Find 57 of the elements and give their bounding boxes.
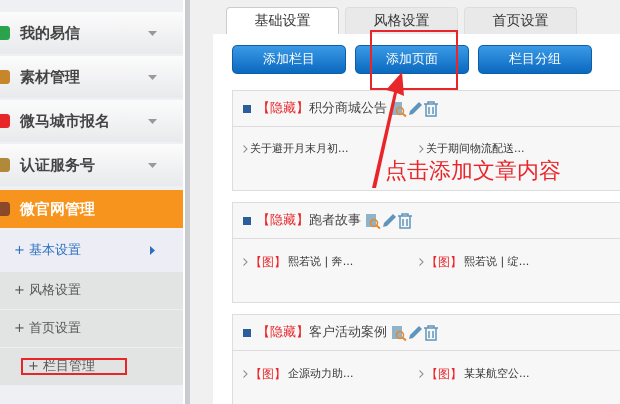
status-label: 【隐藏】	[257, 212, 309, 230]
sidebar-item[interactable]: 我的易信	[0, 12, 183, 54]
delete-icon	[423, 324, 439, 340]
preview-icon	[365, 212, 381, 228]
submenu-item[interactable]: + 风格设置	[0, 272, 183, 310]
add-button[interactable]: 添加栏目	[232, 45, 346, 74]
edit-icon	[407, 100, 423, 116]
annotation-text: 点击添加文章内容	[385, 160, 561, 184]
status-label: 【隐藏】	[257, 100, 309, 118]
submenu-item[interactable]: + 首页设置	[0, 310, 183, 348]
article-link[interactable]: 企源动力助...	[288, 366, 354, 382]
chevron-icon	[243, 145, 248, 154]
chevron-icon	[419, 370, 424, 378]
delete-icon	[423, 100, 439, 116]
sidebar-item[interactable]: 认证服务号	[0, 144, 183, 186]
sidebar-item[interactable]: 微马城市报名	[0, 100, 183, 142]
caret-icon	[148, 74, 157, 80]
chevron-icon	[243, 370, 248, 378]
image-tag: 【图】	[426, 253, 462, 271]
menu-icon	[0, 114, 10, 128]
menu-icon	[0, 70, 10, 84]
scrollbar[interactable]	[183, 0, 190, 404]
menu-icon	[0, 26, 10, 40]
tab[interactable]: 风格设置	[345, 7, 458, 34]
menu-icon	[0, 202, 10, 216]
square-icon	[243, 328, 251, 336]
image-tag: 【图】	[250, 365, 286, 383]
edit-icon	[407, 324, 423, 340]
panel-title: 客户活动案例	[309, 324, 387, 342]
image-tag: 【图】	[250, 253, 286, 271]
add-button[interactable]: 栏目分组	[478, 45, 592, 74]
edit-icon	[381, 212, 397, 228]
delete-icon	[397, 212, 413, 228]
panel-title: 积分商城公告	[309, 100, 387, 118]
article-link[interactable]: 关于避开月末月初...	[250, 141, 348, 158]
article-link[interactable]: 熙若说 | 绽...	[464, 254, 530, 270]
square-icon	[243, 216, 251, 224]
article-link[interactable]: 关于期间物流配送...	[426, 141, 524, 158]
caret-icon	[150, 246, 155, 255]
preview-icon	[391, 324, 407, 340]
caret-icon	[148, 118, 157, 124]
tab[interactable]: 首页设置	[464, 7, 577, 34]
tab[interactable]: 基础设置	[226, 7, 339, 34]
image-tag: 【图】	[426, 365, 462, 383]
add-button[interactable]: 添加页面	[355, 45, 469, 74]
article-link[interactable]: 熙若说 | 奔...	[288, 254, 354, 270]
article-link[interactable]: 某某航空公...	[464, 366, 530, 382]
chevron-icon	[419, 145, 424, 154]
chevron-icon	[243, 258, 248, 266]
caret-icon	[148, 30, 157, 36]
caret-icon	[148, 162, 157, 168]
menu-icon	[0, 158, 10, 172]
panel-title: 跑者故事	[309, 212, 361, 230]
sidebar-item[interactable]: 素材管理	[0, 56, 183, 98]
square-icon	[243, 104, 251, 112]
status-label: 【隐藏】	[257, 324, 309, 342]
chevron-icon	[419, 258, 424, 266]
